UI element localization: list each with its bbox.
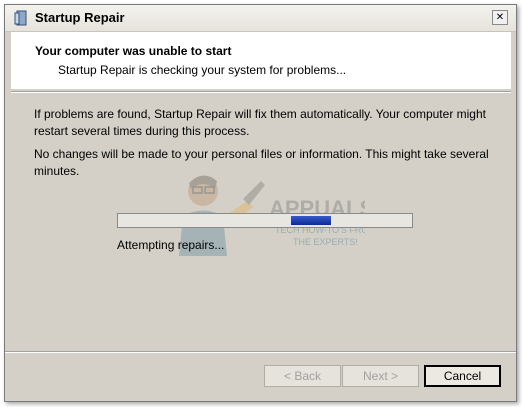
close-button[interactable]: ✕ (492, 10, 508, 25)
cancel-button[interactable]: Cancel (424, 365, 501, 387)
footer-divider (5, 351, 516, 353)
progress-marquee-segment (291, 216, 331, 225)
watermark-tagline-2: THE EXPERTS! (293, 237, 358, 247)
title-bar[interactable]: Startup Repair ✕ (5, 5, 516, 32)
header-divider (11, 91, 511, 93)
close-icon: ✕ (495, 11, 505, 23)
startup-repair-app-icon (14, 10, 27, 26)
header-panel: Your computer was unable to start Startu… (11, 32, 511, 89)
info-paragraph-fix: If problems are found, Startup Repair wi… (34, 107, 486, 138)
progress-status-text: Attempting repairs... (117, 238, 225, 252)
startup-repair-window: Startup Repair ✕ Your computer was unabl… (4, 4, 517, 402)
page-subheading: Startup Repair is checking your system f… (58, 63, 347, 77)
next-button[interactable]: Next > (342, 365, 419, 387)
repair-progress-bar (117, 213, 413, 228)
back-button[interactable]: < Back (264, 365, 341, 387)
page-heading: Your computer was unable to start (35, 44, 232, 58)
window-title: Startup Repair (35, 10, 125, 25)
